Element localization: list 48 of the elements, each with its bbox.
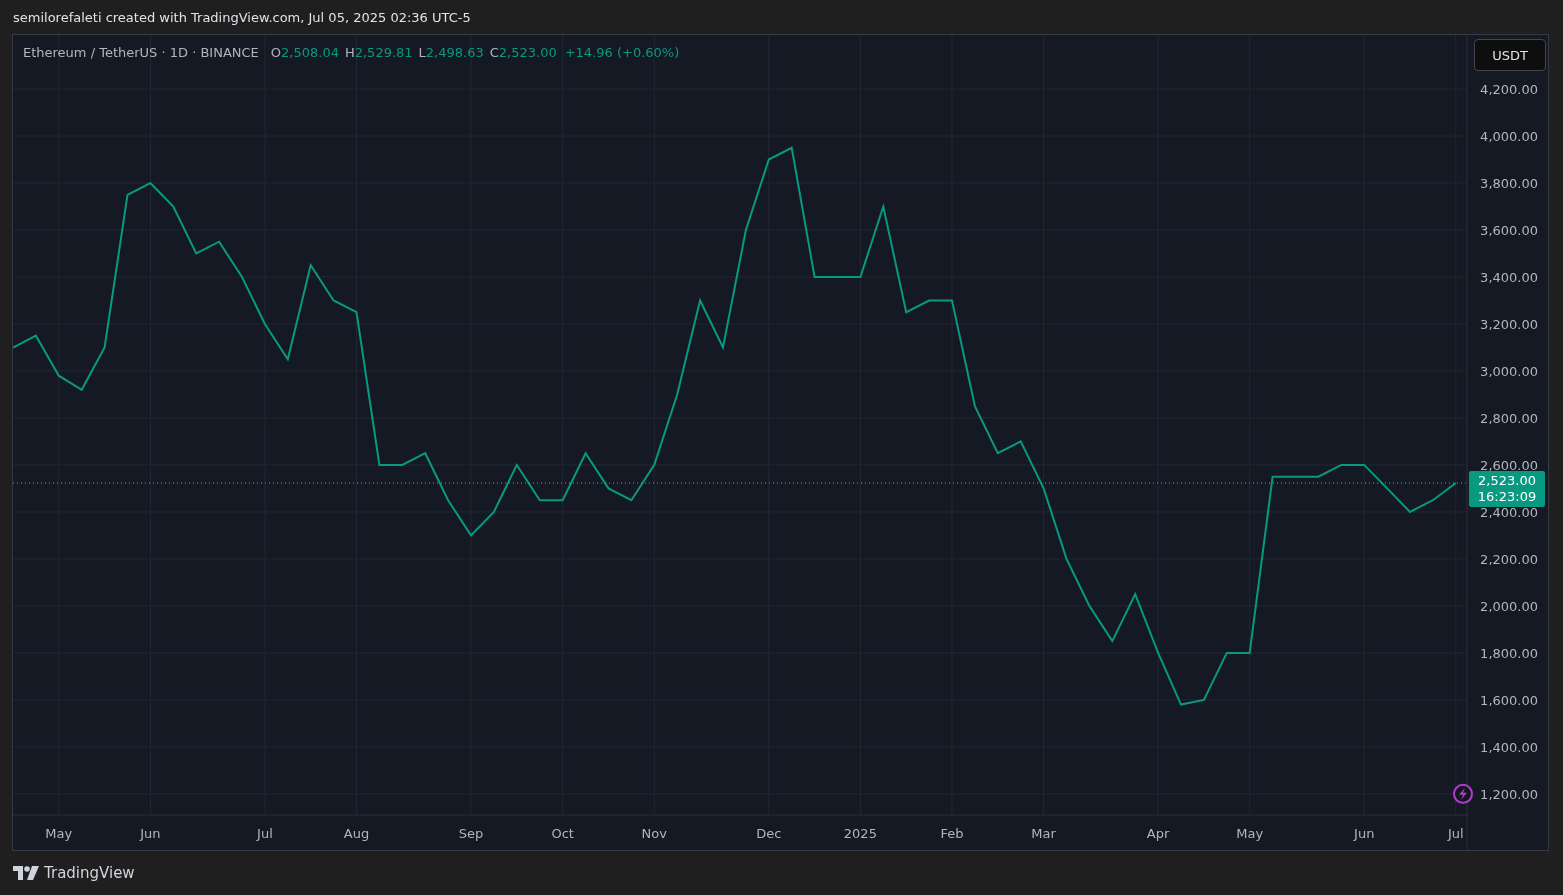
brand-name: TradingView (44, 863, 135, 882)
date-axis-label: Sep (458, 826, 484, 841)
price-axis-label: 1,400.00 (1480, 739, 1538, 755)
price-axis-label: 1,600.00 (1480, 692, 1538, 708)
date-axis-label: Jun (1354, 826, 1375, 841)
price-axis-label: 2,200.00 (1480, 551, 1538, 567)
date-axis-label: 2025 (843, 826, 877, 841)
ohlc-value: 2,498.63 (425, 45, 484, 60)
price-axis-label: 4,000.00 (1480, 129, 1538, 144)
last-price: 2,523.00 (1478, 473, 1536, 489)
ohlc-value: 2,523.00 (498, 45, 557, 60)
date-axis-label: Oct (551, 826, 574, 841)
date-axis-label: Jun (140, 826, 161, 841)
date-axis-label: Nov (641, 826, 667, 841)
symbol-title: Ethereum / TetherUS · 1D · BINANCE (23, 45, 259, 60)
attribution-text: semilorefaleti created with TradingView.com, Jul 05, 2025 02:36 UTC-5 (13, 10, 471, 25)
logo-icon (13, 865, 39, 880)
date-axis-label: Dec (756, 826, 782, 841)
ohlc-value: 2,529.81 (354, 45, 413, 60)
date-axis-label: May (1236, 826, 1264, 841)
date-axis-label: Aug (343, 826, 370, 841)
price-axis-label: 2,800.00 (1480, 410, 1538, 426)
ohlc-label: O (270, 45, 282, 60)
ohlc-label: L (418, 45, 426, 60)
lightning-icon[interactable] (1453, 783, 1473, 804)
price-axis-label: 1,800.00 (1480, 645, 1538, 661)
price-axis-label: 2,600.00 (1480, 457, 1538, 473)
price-axis-label: 3,000.00 (1480, 363, 1538, 379)
date-axis-label: Apr (1146, 826, 1170, 841)
ohlc-label: H (344, 45, 355, 60)
date-axis-label: Feb (940, 826, 964, 841)
price-axis-label: 3,400.00 (1480, 270, 1538, 285)
price-axis-label: 4,200.00 (1480, 82, 1538, 98)
date-axis-label: Jul (257, 826, 273, 841)
date-axis-label: May (45, 826, 73, 841)
price-axis-label: 1,200.00 (1480, 786, 1538, 802)
price-axis-label: 3,600.00 (1480, 223, 1538, 238)
date-axis-label: Mar (1031, 826, 1056, 841)
date-axis-label: Jul (1448, 826, 1464, 841)
price-axis-label: 2,400.00 (1480, 504, 1538, 520)
ohlc-label: C (489, 45, 499, 60)
price-change: +14.96 (+0.60%) (564, 45, 680, 60)
price-axis-label: 3,200.00 (1480, 317, 1538, 332)
currency-button[interactable]: USDT (1474, 39, 1546, 71)
price-axis-label: 2,000.00 (1480, 598, 1538, 614)
bar-countdown: 16:23:09 (1477, 489, 1537, 505)
ohlc-value: 2,508.04 (281, 45, 339, 60)
price-axis-label: 3,800.00 (1480, 176, 1538, 191)
